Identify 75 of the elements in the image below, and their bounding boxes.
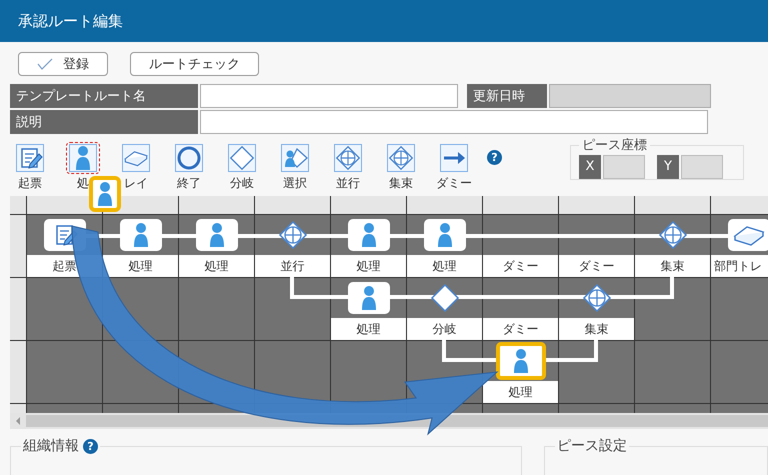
node-label: 処理	[128, 258, 152, 274]
tool-label: 選択	[283, 175, 307, 192]
diamond-plus-icon	[388, 143, 414, 173]
tool-label: 集束	[389, 175, 413, 192]
help-icon[interactable]: ?	[83, 438, 98, 454]
tool-button[interactable]	[384, 142, 418, 174]
node-tile[interactable]	[496, 342, 546, 380]
input-field[interactable]	[200, 84, 458, 108]
field-label: 説明	[10, 110, 198, 134]
check-icon	[37, 58, 53, 70]
action-button[interactable]: 登録	[18, 52, 108, 76]
action-button[interactable]: ルートチェック	[130, 52, 259, 76]
input-field[interactable]	[681, 154, 723, 178]
tool-label: 処	[77, 175, 89, 192]
node-label: 処理	[508, 384, 532, 400]
node-label: 処理	[356, 320, 380, 338]
node-label: ダミー	[502, 320, 538, 338]
panel-title: ピース座標	[581, 137, 648, 154]
person-icon	[436, 222, 454, 248]
tool-button[interactable]	[172, 142, 206, 174]
node-label: ダミー	[578, 258, 614, 274]
help-icon[interactable]: ?	[487, 150, 502, 165]
input-field[interactable]	[603, 154, 645, 178]
input-field[interactable]	[200, 110, 708, 134]
tool-label: レイ	[124, 175, 148, 192]
node-tile[interactable]	[348, 282, 390, 314]
node-label: ダミー	[502, 258, 538, 274]
diamond-plus-icon	[658, 220, 688, 250]
node-label: 集束	[584, 320, 608, 338]
node-label: 起票	[52, 258, 76, 274]
tool-button[interactable]	[119, 142, 153, 174]
window-title: 承認ルート編集	[18, 12, 123, 30]
tool-label: 分岐	[230, 175, 254, 192]
node-tile[interactable]	[196, 219, 238, 251]
tool-button[interactable]	[13, 142, 47, 174]
drag-ghost-icon	[89, 176, 121, 212]
tool-button[interactable]	[331, 142, 365, 174]
diamond-plus-icon	[335, 143, 361, 173]
field-label: Y	[657, 154, 679, 178]
node-label: 処理	[356, 258, 380, 274]
tool-button[interactable]	[66, 142, 100, 174]
node-label: 並行	[280, 258, 304, 274]
tool-label: 並行	[336, 175, 360, 192]
person-icon	[360, 285, 378, 311]
field-label: テンプレートルート名	[10, 84, 198, 108]
node-label: 処理	[432, 258, 456, 274]
tool-button[interactable]	[278, 142, 312, 174]
node-label: 分岐	[432, 320, 456, 338]
readonly-field[interactable]	[549, 84, 711, 108]
diamond-icon	[430, 283, 460, 313]
person-icon	[208, 222, 226, 248]
person-icon	[132, 222, 150, 248]
node-label: 部門トレ	[714, 258, 762, 274]
tool-label: 起票	[18, 175, 42, 192]
tool-label: 終了	[177, 175, 201, 192]
tool-button[interactable]	[437, 142, 471, 174]
field-label: X	[579, 154, 601, 178]
node-tile[interactable]	[424, 219, 466, 251]
field-label: 更新日時	[467, 84, 547, 108]
circle-icon	[176, 145, 202, 171]
person-icon	[512, 348, 530, 374]
diamond-plus-icon	[582, 283, 612, 313]
tool-label: ダミー	[436, 175, 472, 192]
panel-title: 組織情報	[23, 437, 79, 455]
panel-title: ピース設定	[556, 437, 628, 455]
tool-button[interactable]	[225, 142, 259, 174]
node-label: 処理	[204, 258, 228, 274]
node-tile[interactable]	[728, 219, 768, 251]
person-icon	[360, 222, 378, 248]
node-tile[interactable]	[348, 219, 390, 251]
diamond-icon	[229, 143, 255, 173]
person-icon	[74, 145, 92, 171]
node-label: 集束	[660, 258, 684, 274]
node-tile[interactable]	[120, 219, 162, 251]
diamond-plus-icon	[278, 220, 308, 250]
